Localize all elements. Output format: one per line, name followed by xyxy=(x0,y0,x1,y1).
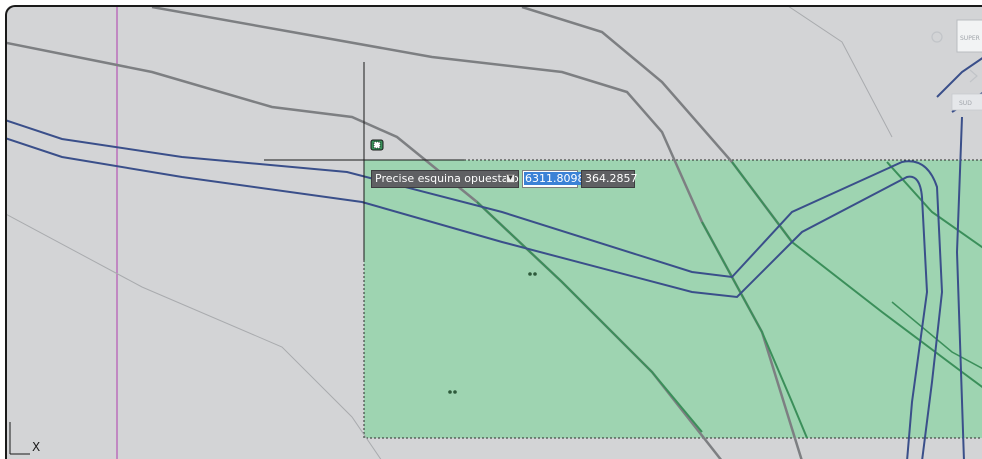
dynamic-input-tooltip: Precise esquina opuesta o ▾ 6311.8098 36… xyxy=(371,170,638,188)
point-marker xyxy=(453,390,457,394)
thin-boundary-line xyxy=(788,7,893,138)
drawing-svg[interactable] xyxy=(5,5,982,459)
drawing-canvas[interactable]: SUPER SUD X xyxy=(5,5,982,459)
ucs-axis-label: X xyxy=(32,440,41,454)
viewcube-compass-label: SUD xyxy=(959,100,972,107)
compass-ring-icon xyxy=(931,31,943,43)
point-marker xyxy=(528,272,532,276)
x-coordinate-value: 6311.8098 xyxy=(524,172,586,185)
viewcube-arrow-icon xyxy=(969,69,978,83)
point-marker xyxy=(448,390,452,394)
thin-boundary-line xyxy=(7,214,382,459)
ucs-axis-icon xyxy=(9,422,30,455)
viewcube-face-label: SUPER xyxy=(960,35,980,42)
viewcube[interactable] xyxy=(931,19,982,111)
y-coordinate-input[interactable]: 364.2857 xyxy=(581,170,638,188)
point-marker xyxy=(533,272,537,276)
dynamic-input-prompt-text: Precise esquina opuesta o xyxy=(375,172,519,185)
down-arrow-icon[interactable]: ▾ xyxy=(506,174,515,183)
dynamic-input-prompt[interactable]: Precise esquina opuesta o ▾ xyxy=(371,170,519,188)
window-select-badge-icon xyxy=(370,139,384,151)
x-coordinate-input[interactable]: 6311.8098 xyxy=(522,170,586,188)
y-coordinate-value: 364.2857 xyxy=(585,172,638,185)
